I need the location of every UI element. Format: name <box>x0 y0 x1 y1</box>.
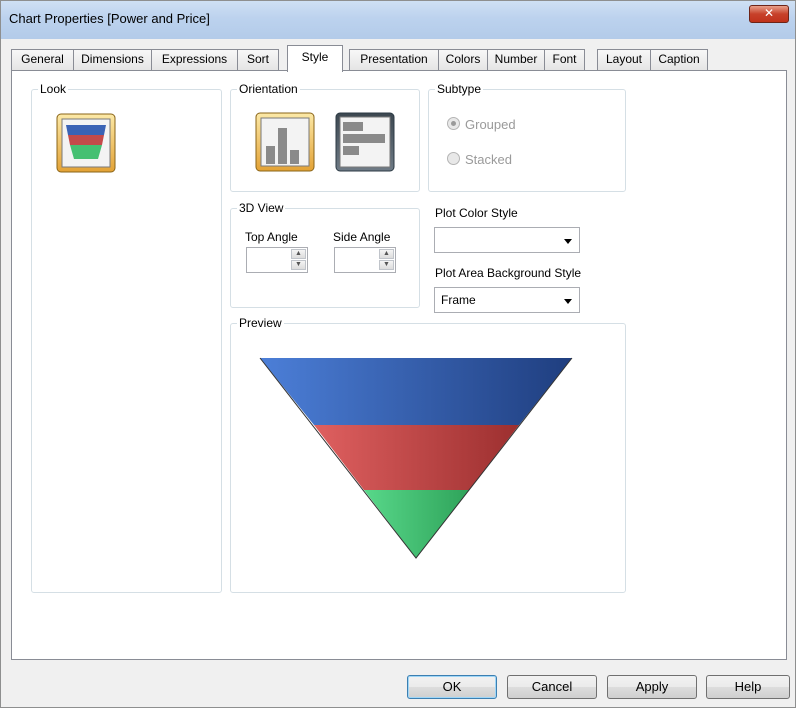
plot-area-bg-style-dropdown[interactable]: Frame <box>434 287 580 313</box>
look-label: Look <box>38 82 69 96</box>
plot-area-bg-style-label: Plot Area Background Style <box>435 266 582 280</box>
radio-selected-icon <box>447 117 460 130</box>
3d-view-label: 3D View <box>237 201 286 215</box>
spin-down-icon[interactable]: ▼ <box>379 260 394 270</box>
tab-layout[interactable]: Layout <box>597 49 651 70</box>
look-group: Look <box>31 82 222 593</box>
subtype-group: Subtype Grouped Stacked <box>428 82 626 192</box>
plot-color-style-label: Plot Color Style <box>435 206 518 220</box>
tab-colors[interactable]: Colors <box>438 49 488 70</box>
plot-color-style-dropdown[interactable] <box>434 227 580 253</box>
3d-view-group: 3D View Top Angle Side Angle ▲ ▼ ▲ ▼ <box>230 201 420 308</box>
tab-general[interactable]: General <box>11 49 74 70</box>
top-angle-spinner[interactable]: ▲ ▼ <box>246 247 308 273</box>
funnel-segment-1 <box>260 358 572 425</box>
tab-style[interactable]: Style <box>287 45 343 72</box>
ok-button[interactable]: OK <box>407 675 497 699</box>
window-title: Chart Properties [Power and Price] <box>9 11 210 26</box>
side-angle-spinner[interactable]: ▲ ▼ <box>334 247 396 273</box>
top-angle-label: Top Angle <box>245 230 298 244</box>
radio-unselected-icon <box>447 152 460 165</box>
tab-presentation[interactable]: Presentation <box>349 49 439 70</box>
title-bar: Chart Properties [Power and Price] ✕ <box>1 1 795 39</box>
orientation-label: Orientation <box>237 82 300 96</box>
side-angle-label: Side Angle <box>333 230 391 244</box>
stacked-label: Stacked <box>465 152 512 167</box>
funnel-segment-3 <box>364 490 469 558</box>
tab-font[interactable]: Font <box>544 49 585 70</box>
funnel-chart-icon[interactable] <box>56 113 116 173</box>
chart-properties-dialog: Chart Properties [Power and Price] ✕ Gen… <box>0 0 796 708</box>
grouped-radio[interactable]: Grouped <box>447 117 516 132</box>
horizontal-bars-icon[interactable] <box>335 112 395 172</box>
apply-button[interactable]: Apply <box>607 675 697 699</box>
help-button[interactable]: Help <box>706 675 790 699</box>
tab-bar: General Dimensions Expressions Sort Styl… <box>11 45 791 72</box>
orientation-group: Orientation <box>230 82 420 192</box>
subtype-label: Subtype <box>435 82 484 96</box>
tab-expressions[interactable]: Expressions <box>151 49 238 70</box>
dropdown-arrow-icon <box>564 299 572 304</box>
vertical-bars-icon[interactable] <box>255 112 315 172</box>
cancel-button[interactable]: Cancel <box>507 675 597 699</box>
tab-caption[interactable]: Caption <box>650 49 708 70</box>
tab-sort[interactable]: Sort <box>237 49 279 70</box>
spin-down-icon[interactable]: ▼ <box>291 260 306 270</box>
plot-area-bg-style-value: Frame <box>441 293 476 307</box>
close-button[interactable]: ✕ <box>749 5 789 23</box>
grouped-label: Grouped <box>465 117 516 132</box>
spin-up-icon[interactable]: ▲ <box>291 249 306 259</box>
preview-group: Preview <box>230 316 626 593</box>
spin-up-icon[interactable]: ▲ <box>379 249 394 259</box>
dropdown-arrow-icon <box>564 239 572 244</box>
funnel-segment-2 <box>314 425 519 490</box>
stacked-radio[interactable]: Stacked <box>447 152 512 167</box>
funnel-preview <box>259 357 573 559</box>
tab-number[interactable]: Number <box>487 49 545 70</box>
tab-dimensions[interactable]: Dimensions <box>73 49 152 70</box>
style-tab-panel: Look Orientation Subtype Grouped Stacked… <box>11 70 787 660</box>
